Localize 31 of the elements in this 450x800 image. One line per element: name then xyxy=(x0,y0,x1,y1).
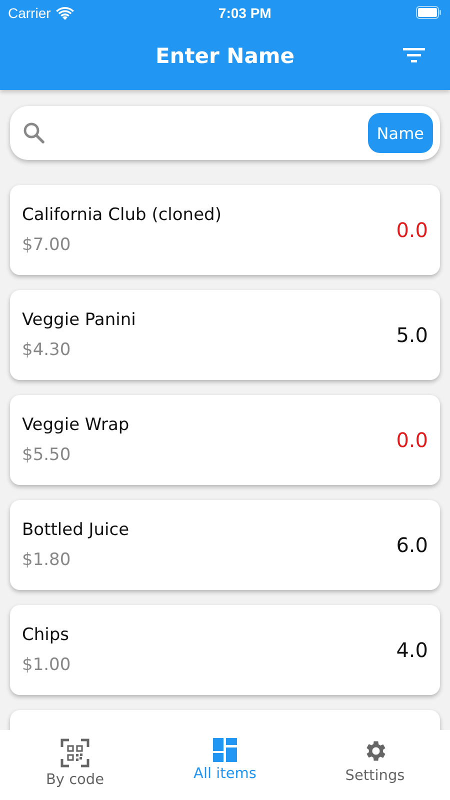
item-card[interactable]: Veggie Panini $4.30 5.0 xyxy=(10,290,440,380)
clock-time: 7:03 PM xyxy=(218,5,272,21)
item-price: $4.30 xyxy=(22,340,72,360)
qr-code-icon xyxy=(60,738,90,768)
nav-tab[interactable]: By code xyxy=(0,730,150,800)
item-card[interactable]: California Club (cloned) $7.00 0.0 xyxy=(10,185,440,275)
item-name: Veggie Wrap xyxy=(22,415,130,435)
item-name: Bottled Juice xyxy=(22,520,130,540)
battery-icon xyxy=(416,6,442,18)
item-quantity: 5.0 xyxy=(396,323,428,347)
carrier-label: Carrier xyxy=(8,5,51,21)
item-name: California Club (cloned) xyxy=(22,205,222,225)
item-card[interactable]: Bottled Juice $1.80 6.0 xyxy=(10,500,440,590)
item-price: $5.50 xyxy=(22,445,72,465)
item-quantity: 0.0 xyxy=(396,428,428,452)
item-price: $1.80 xyxy=(22,550,72,570)
wifi-icon xyxy=(56,6,74,20)
item-name: Chips xyxy=(22,625,70,645)
dashboard-icon xyxy=(213,738,237,762)
item-quantity: 4.0 xyxy=(396,638,428,662)
screen-title: Enter Name xyxy=(155,44,295,68)
item-card[interactable]: Veggie Wrap $5.50 0.0 xyxy=(10,395,440,485)
nav-tab[interactable]: Settings xyxy=(300,730,450,800)
item-price: $1.00 xyxy=(22,655,71,675)
search-icon xyxy=(23,122,45,144)
item-card[interactable]: Chips $1.00 4.0 xyxy=(10,605,440,695)
item-name: Veggie Panini xyxy=(22,310,136,330)
item-quantity: 6.0 xyxy=(396,533,428,557)
filter-icon[interactable] xyxy=(403,47,425,63)
item-price: $7.00 xyxy=(22,235,72,255)
item-quantity: 0.0 xyxy=(396,218,428,242)
